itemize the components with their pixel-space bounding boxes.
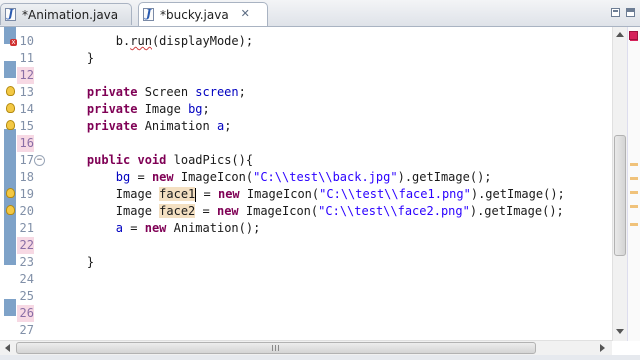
line-number: 13 [19, 85, 34, 99]
code-line: 21 a = new Animation(); [0, 220, 612, 237]
grip-icon [272, 345, 280, 351]
code-line: 19 Image face1 = new ImageIcon("C:\\test… [0, 186, 612, 203]
line-number: 20 [19, 204, 34, 218]
warning-marker[interactable] [630, 191, 638, 194]
line-number: 24 [19, 272, 34, 286]
code-editor[interactable]: x 10 b.run(displayMode); 11 } 12 13 priv… [0, 27, 612, 341]
close-icon[interactable]: ✕ [239, 8, 252, 21]
code-text: Image face1 = new ImageIcon("C:\\test\\f… [58, 187, 565, 202]
line-number: 12 [17, 67, 34, 84]
code-line: 23 } [0, 254, 612, 271]
code-line: 11 } [0, 50, 612, 67]
scroll-up-icon[interactable] [616, 32, 624, 37]
code-line: 25 [0, 288, 612, 305]
code-line: 22 [0, 237, 612, 254]
code-text: private Animation a; [86, 119, 232, 133]
line-number: 10 [19, 34, 34, 48]
minimize-icon[interactable] [611, 8, 620, 17]
code-line: 20 Image face2 = new ImageIcon("C:\\test… [0, 203, 612, 220]
tab-bucky-java[interactable]: J *bucky.java ✕ [138, 2, 268, 26]
vertical-scroll-thumb[interactable] [614, 135, 626, 256]
tab-label: *Animation.java [22, 7, 119, 22]
code-text: b.run(displayMode); [58, 34, 254, 48]
error-icon[interactable]: x [5, 36, 17, 47]
line-number: 27 [19, 323, 34, 337]
line-number: 19 [19, 187, 34, 201]
code-text: Image face2 = new ImageIcon("C:\\test\\f… [58, 204, 564, 218]
code-line: 17 − public void loadPics(){ [0, 152, 612, 169]
horizontal-scrollbar[interactable] [0, 340, 612, 356]
code-text: } [58, 255, 95, 269]
code-line: 12 [0, 67, 612, 84]
warning-bulb-icon[interactable] [5, 86, 16, 97]
code-line: 26 [0, 305, 612, 322]
line-number: 16 [17, 135, 34, 152]
status-strip [0, 355, 640, 360]
code-text: a = new Animation(); [115, 221, 261, 235]
warning-bulb-icon[interactable] [5, 103, 16, 114]
code-line: 13 private Screen screen; [0, 84, 612, 101]
line-number: 14 [19, 102, 34, 116]
code-line: x 10 b.run(displayMode); [0, 33, 612, 50]
warning-marker[interactable] [630, 177, 638, 180]
line-number: 23 [19, 255, 34, 269]
overview-ruler[interactable] [627, 27, 640, 341]
warning-marker[interactable] [630, 163, 638, 166]
warning-bulb-icon[interactable] [5, 120, 16, 131]
line-number: 15 [19, 119, 34, 133]
line-number: 18 [19, 170, 34, 184]
scroll-left-icon[interactable] [5, 344, 10, 352]
scroll-down-icon[interactable] [616, 329, 624, 334]
editor-tab-bar: J *Animation.java J *bucky.java ✕ [0, 0, 640, 27]
code-text: private Image bg; [86, 102, 210, 116]
maximize-icon[interactable] [626, 8, 635, 17]
code-line: 14 private Image bg; [0, 101, 612, 118]
warning-marker[interactable] [630, 223, 638, 226]
horizontal-scroll-thumb[interactable] [16, 342, 536, 354]
code-line: 15 private Animation a; [0, 118, 612, 135]
code-line: 18 bg = new ImageIcon("C:\\test\\back.jp… [0, 169, 612, 186]
tab-animation-java[interactable]: J *Animation.java [0, 3, 132, 25]
line-number: 11 [19, 51, 34, 65]
code-text: public void loadPics(){ [86, 153, 254, 167]
java-file-icon: J [5, 7, 18, 22]
fold-collapse-icon[interactable]: − [34, 155, 45, 166]
java-file-icon: J [143, 7, 156, 22]
tab-label: *bucky.java [160, 7, 229, 22]
code-line: 16 [0, 135, 612, 152]
warning-bulb-icon[interactable] [5, 205, 16, 216]
scroll-right-icon[interactable] [600, 344, 605, 352]
line-number: 22 [17, 237, 34, 254]
code-line: 27 [0, 322, 612, 339]
error-summary-icon[interactable] [629, 31, 638, 40]
code-text: } [58, 51, 95, 65]
code-line: 24 [0, 271, 612, 288]
line-number: 26 [17, 305, 34, 322]
warning-bulb-icon[interactable] [5, 188, 16, 199]
text-cursor [195, 187, 197, 202]
vertical-scrollbar[interactable] [612, 27, 628, 341]
line-number: 25 [19, 289, 34, 303]
line-number: 21 [19, 221, 34, 235]
line-number: 17 [19, 153, 34, 167]
code-text: private Screen screen; [86, 85, 246, 99]
code-text: bg = new ImageIcon("C:\\test\\back.jpg")… [115, 170, 492, 184]
warning-marker[interactable] [630, 205, 638, 208]
